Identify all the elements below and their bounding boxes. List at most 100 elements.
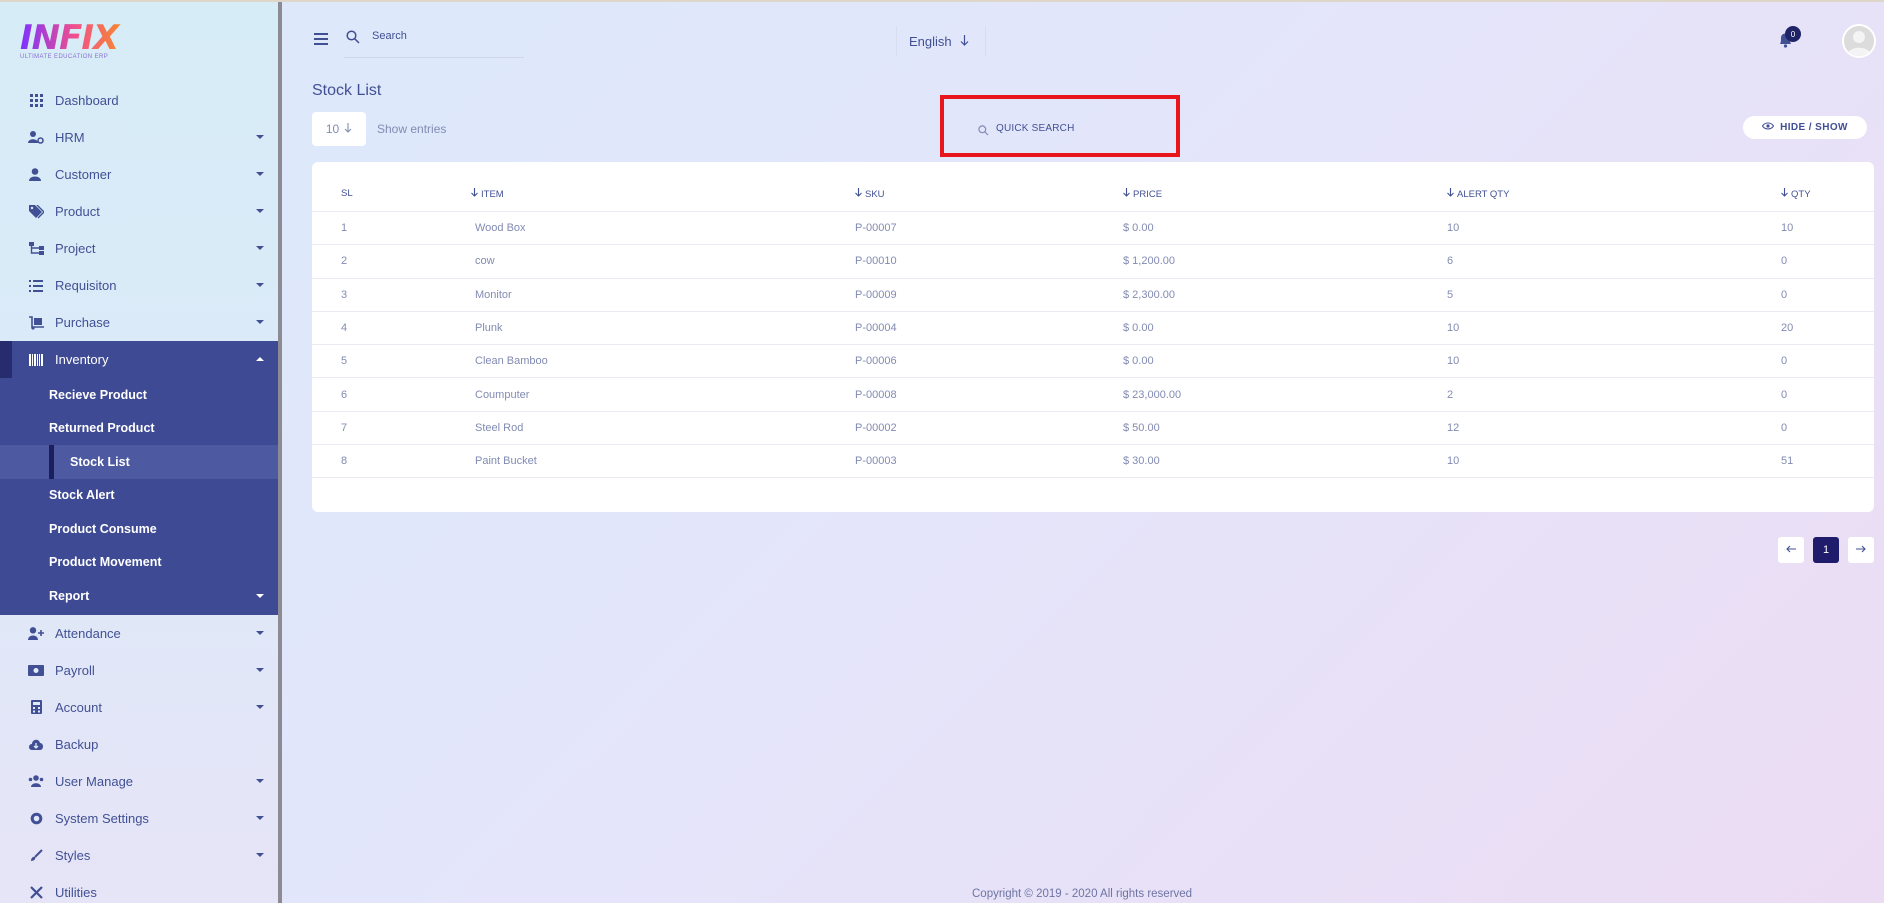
inventory-section: Inventory Recieve Product Returned Produ… — [0, 341, 278, 615]
sidebar-item-utilities[interactable]: Utilities — [0, 874, 278, 903]
cell-item: Plunk — [475, 321, 503, 334]
column-label: ITEM — [481, 188, 504, 200]
sidebar-subitem-recieve-product[interactable]: Recieve Product — [0, 378, 278, 412]
menu-toggle-icon[interactable] — [314, 33, 328, 45]
pagination-page-button[interactable]: 1 — [1813, 537, 1839, 563]
cell-sku: P-00003 — [855, 455, 897, 468]
column-header-item[interactable]: ITEM — [471, 188, 504, 200]
hide-show-label: HIDE / SHOW — [1780, 122, 1848, 133]
table-row[interactable]: 1 Wood Box P-00007 $ 0.00 10 10 — [312, 212, 1874, 246]
sidebar-item-styles[interactable]: Styles — [0, 837, 278, 874]
sidebar-item-backup[interactable]: Backup — [0, 726, 278, 763]
cell-item: Clean Bamboo — [475, 355, 548, 368]
chevron-down-icon — [256, 283, 264, 287]
column-header-qty[interactable]: QTY — [1781, 188, 1811, 200]
cell-sl: 2 — [341, 255, 348, 268]
arrow-down-icon — [344, 122, 352, 136]
footer-copyright: Copyright © 2019 - 2020 All rights reser… — [972, 888, 1193, 900]
sort-arrow-icon — [1447, 188, 1454, 200]
chevron-down-icon — [256, 594, 264, 598]
sidebar-nav: Dashboard HRM Customer Product Project R… — [0, 82, 278, 903]
sidebar-item-label: Project — [55, 241, 96, 256]
sidebar-subitem-returned-product[interactable]: Returned Product — [0, 412, 278, 446]
hide-show-button[interactable]: HIDE / SHOW — [1743, 116, 1867, 139]
search-icon — [346, 30, 360, 49]
cell-qty: 10 — [1781, 222, 1794, 234]
table-row[interactable]: 3 Monitor P-00009 $ 2,300.00 5 0 — [312, 279, 1874, 312]
column-header-alert-qty[interactable]: ALERT QTY — [1447, 188, 1509, 200]
sidebar-item-label: Backup — [55, 736, 99, 752]
cell-alert-qty: 10 — [1447, 321, 1460, 334]
table-row[interactable]: 5 Clean Bamboo P-00006 $ 0.00 10 0 — [312, 345, 1874, 379]
cell-qty: 51 — [1781, 455, 1794, 468]
sidebar-item-label: Inventory — [55, 352, 109, 367]
column-label: QTY — [1791, 188, 1811, 200]
cell-item: Paint Bucket — [475, 455, 537, 468]
user-plus-icon — [28, 625, 44, 641]
table-row[interactable]: 7 Steel Rod P-00002 $ 50.00 12 0 — [312, 412, 1874, 446]
logo[interactable]: INFIX ULTIMATE EDUCATION ERP — [20, 20, 130, 64]
entries-select[interactable]: 10 — [312, 112, 366, 146]
sidebar-item-account[interactable]: Account — [0, 689, 278, 726]
cell-price: $ 0.00 — [1123, 355, 1154, 368]
cell-sl: 3 — [341, 288, 348, 301]
sidebar-item-system-settings[interactable]: System Settings — [0, 800, 278, 837]
sidebar-subitem-product-movement[interactable]: Product Movement — [0, 546, 278, 580]
sidebar-item-user-manage[interactable]: User Manage — [0, 763, 278, 800]
cell-sl: 5 — [341, 355, 348, 368]
sidebar-item-customer[interactable]: Customer — [0, 156, 278, 193]
sort-arrow-icon — [471, 188, 478, 200]
sidebar-item-inventory[interactable]: Inventory — [0, 341, 278, 378]
sort-arrow-icon — [1123, 188, 1130, 200]
eye-icon — [1761, 122, 1775, 133]
table-row[interactable]: 6 Coumputer P-00008 $ 23,000.00 2 0 — [312, 379, 1874, 412]
sidebar-subitem-stock-alert[interactable]: Stock Alert — [0, 479, 278, 513]
cell-price: $ 1,200.00 — [1123, 255, 1175, 268]
sidebar-item-payroll[interactable]: Payroll — [0, 652, 278, 689]
table-row[interactable]: 4 Plunk P-00004 $ 0.00 10 20 — [312, 312, 1874, 346]
top-border-line — [0, 0, 1884, 2]
cell-price: $ 30.00 — [1123, 455, 1160, 468]
column-header-price[interactable]: PRICE — [1123, 188, 1162, 200]
column-header-sku[interactable]: SKU — [855, 188, 885, 200]
language-selector[interactable]: English — [896, 26, 986, 56]
sidebar-subitem-report[interactable]: Report — [0, 579, 278, 613]
sidebar-item-project[interactable]: Project — [0, 230, 278, 267]
sidebar-item-purchase[interactable]: Purchase — [0, 304, 278, 341]
pagination-next-button[interactable] — [1848, 537, 1874, 563]
cell-price: $ 2,300.00 — [1123, 288, 1175, 301]
sidebar-item-label: Utilities — [55, 884, 97, 900]
chevron-down-icon — [256, 172, 264, 176]
users-icon — [28, 773, 44, 789]
barcode-icon — [28, 352, 44, 368]
sidebar-item-hrm[interactable]: HRM — [0, 119, 278, 156]
quick-search-label: QUICK SEARCH — [996, 123, 1075, 134]
table-row[interactable]: 8 Paint Bucket P-00003 $ 30.00 10 51 — [312, 445, 1874, 479]
sidebar-item-label: Requisiton — [55, 278, 117, 293]
sidebar-item-label: Product — [55, 204, 100, 219]
sidebar-item-product[interactable]: Product — [0, 193, 278, 230]
cell-sl: 4 — [341, 321, 348, 334]
sidebar-item-label: User Manage — [55, 773, 134, 789]
user-icon — [28, 167, 44, 183]
search-input[interactable] — [372, 30, 512, 42]
sidebar-subitem-stock-list[interactable]: Stock List — [0, 445, 278, 479]
cell-qty: 0 — [1781, 255, 1788, 268]
sidebar-item-requisiton[interactable]: Requisiton — [0, 267, 278, 304]
tools-icon — [28, 884, 44, 900]
sidebar-item-attendance[interactable]: Attendance — [0, 615, 278, 652]
chevron-down-icon — [256, 704, 264, 709]
page-title: Stock List — [312, 82, 382, 99]
table-row[interactable]: 2 cow P-00010 $ 1,200.00 6 0 — [312, 245, 1874, 279]
sidebar-item-dashboard[interactable]: Dashboard — [0, 82, 278, 119]
cell-sku: P-00008 — [855, 388, 897, 401]
sidebar-item-label: Dashboard — [55, 93, 119, 108]
cell-item: Steel Rod — [475, 421, 524, 434]
quick-search-box[interactable]: QUICK SEARCH — [940, 95, 1180, 157]
arrow-down-icon — [960, 34, 969, 49]
sidebar-subitem-product-consume[interactable]: Product Consume — [0, 512, 278, 546]
brush-icon — [28, 847, 44, 863]
avatar[interactable] — [1842, 24, 1876, 58]
column-header-sl[interactable]: SL — [341, 188, 353, 199]
pagination-prev-button[interactable] — [1778, 537, 1804, 563]
